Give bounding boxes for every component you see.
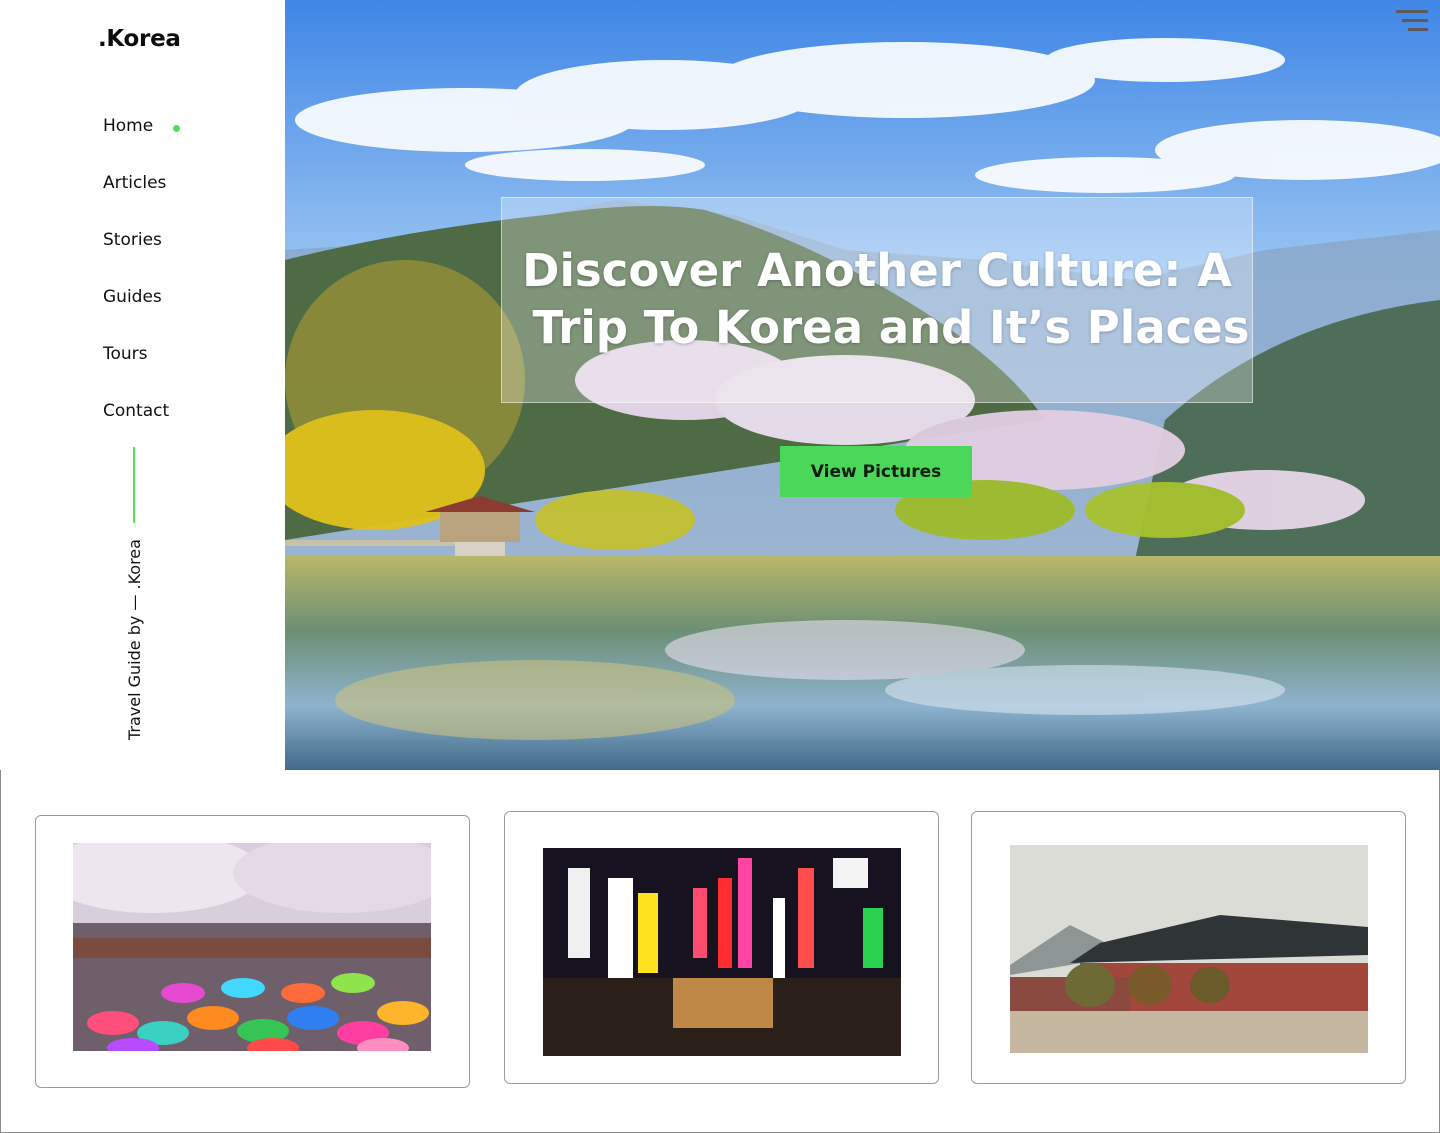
hero-title: Discover Another Culture: A Trip To Kore… [502,242,1252,356]
hero-title-box: Discover Another Culture: A Trip To Kore… [501,197,1253,403]
nav-item-label: Home [103,116,154,136]
traditional-palace-photo [1010,845,1368,1053]
nav-item-label: Guides [103,287,162,307]
hamburger-menu-icon[interactable] [1396,10,1428,36]
cherry-blossom-umbrellas-photo [73,843,431,1051]
gallery-card-palace[interactable] [971,811,1406,1084]
nav-item-label: Contact [103,401,170,421]
view-pictures-button[interactable]: View Pictures [780,446,972,497]
hero-title-line-2: Trip To Korea and It’s Places [532,301,1250,354]
hero-title-line-1: Discover Another Culture: A [522,244,1232,297]
nav-item-guides[interactable]: Guides [103,287,180,344]
active-indicator-dot [173,125,181,132]
nav-item-tours[interactable]: Tours [103,344,180,401]
nav-item-articles[interactable]: Articles [103,173,180,230]
nav-item-stories[interactable]: Stories [103,230,180,287]
nav-item-label: Stories [103,230,162,250]
main-nav: Home Articles Stories Guides Tours Conta… [103,116,181,458]
site-logo[interactable]: .Korea [98,26,181,52]
vertical-tagline: Travel Guide by — .Korea [125,539,144,740]
nav-item-contact[interactable]: Contact [103,401,180,458]
nav-item-home[interactable]: Home [103,116,181,173]
gallery-card-umbrellas[interactable] [35,815,470,1088]
sidebar: .Korea Home Articles Stories Guides Tour… [0,0,285,770]
vertical-divider [133,447,135,523]
night-street-neon-signs-photo [543,848,901,1056]
nav-item-label: Tours [103,344,148,364]
nav-item-label: Articles [103,173,167,193]
gallery-card-street[interactable] [504,811,939,1084]
hero-section: Discover Another Culture: A Trip To Kore… [285,0,1440,770]
